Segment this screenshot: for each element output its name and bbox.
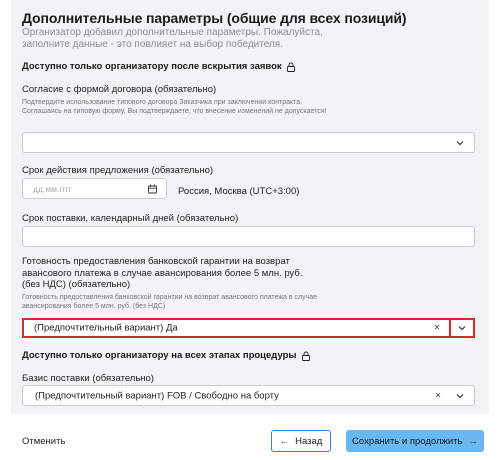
contract-agreement-label: Согласие с формой договора (обязательно) xyxy=(22,84,217,95)
calendar-icon[interactable] xyxy=(147,183,158,194)
bank-guarantee-label: Готовность предоставления банковской гар… xyxy=(22,256,303,290)
offer-validity-label: Срок действия предложения (обязательно) xyxy=(22,165,214,176)
bank-guarantee-hint: Готовность предоставления банковской гар… xyxy=(22,294,318,310)
contract-agreement-select[interactable] xyxy=(22,132,475,153)
chevron-down-icon[interactable] xyxy=(454,137,466,149)
save-continue-button[interactable]: Сохранить и продолжить → xyxy=(346,430,484,452)
section-heading-text: Доступно только организатору на всех эта… xyxy=(22,350,297,361)
section-heading-all-stages: Доступно только организатору на всех эта… xyxy=(22,350,311,361)
arrow-left-icon: ← xyxy=(279,435,290,447)
chevron-down-icon[interactable] xyxy=(454,390,466,402)
back-button-label: Назад xyxy=(295,435,323,447)
lock-icon xyxy=(286,62,295,72)
chevron-down-icon[interactable] xyxy=(456,322,468,334)
clear-icon[interactable]: × xyxy=(433,390,443,401)
delivery-basis-select[interactable]: (Предпочтительный вариант) FOB / Свободн… xyxy=(22,385,475,406)
cancel-link[interactable]: Отменить xyxy=(22,436,65,447)
section-heading-text: Доступно только организатору после вскры… xyxy=(22,61,282,72)
offer-validity-date-input[interactable]: дд.мм.гггг xyxy=(22,178,167,199)
delivery-term-label: Срок поставки, календарный дней (обязате… xyxy=(22,213,239,224)
delivery-basis-value: (Предпочтительный вариант) FOB / Свободн… xyxy=(35,390,279,401)
bank-guarantee-dropdown-button[interactable] xyxy=(449,318,475,338)
date-placeholder: дд.мм.гггг xyxy=(33,183,72,194)
back-button[interactable]: ← Назад xyxy=(271,430,331,452)
save-button-label: Сохранить и продолжить xyxy=(352,435,463,447)
bank-guarantee-highlight xyxy=(22,318,451,338)
delivery-basis-label: Базис поставки (обязательно) xyxy=(22,373,154,384)
timezone-label: Россия, Москва (UTC+3:00) xyxy=(178,186,300,197)
section-heading-after-opening: Доступно только организатору после вскры… xyxy=(22,61,296,72)
page-subtitle: Организатор добавил дополнительные парам… xyxy=(22,27,323,50)
lock-icon xyxy=(301,351,310,361)
arrow-right-icon: → xyxy=(468,435,478,447)
delivery-term-input[interactable] xyxy=(22,226,475,247)
page-title: Дополнительные параметры (общие для всех… xyxy=(22,10,407,26)
contract-agreement-hint: Подтвердите использование типового догов… xyxy=(22,99,327,115)
